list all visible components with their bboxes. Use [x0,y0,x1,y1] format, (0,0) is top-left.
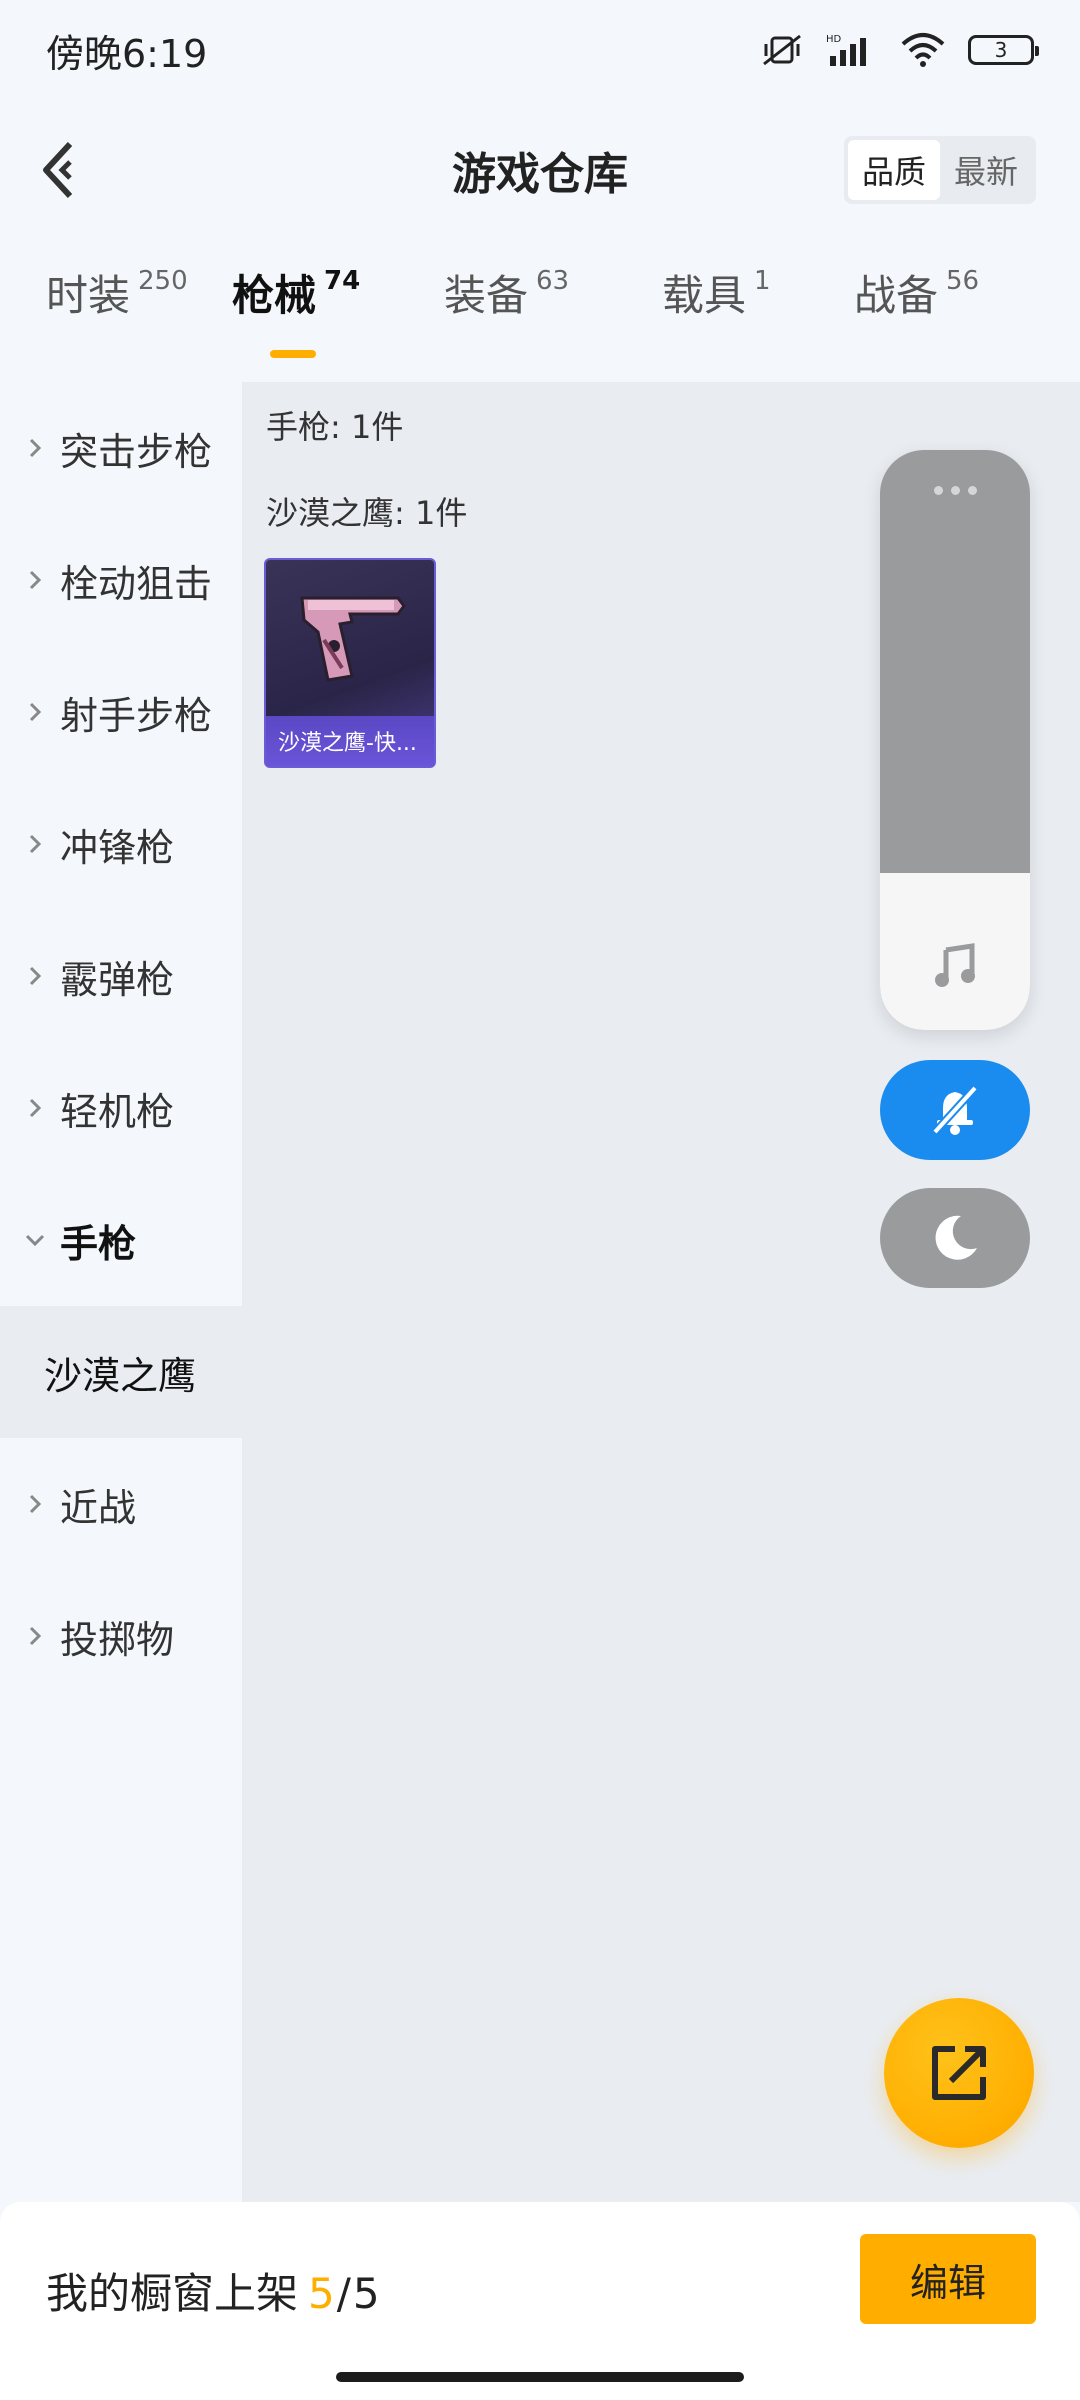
sidebar-item-label: 射手步枪 [60,693,213,738]
bottom-bar: 我的橱窗上架 5 / 5 编辑 [0,2202,1080,2400]
sidebar-item-label: 投掷物 [60,1617,175,1662]
chevron-right-icon [22,701,48,723]
pistol-image [300,596,406,682]
tab-count: 63 [536,266,570,296]
tab-vehicles[interactable]: 载具 1 [662,262,854,362]
sidebar-item-lmg[interactable]: 轻机枪 [0,1042,242,1174]
tab-count: 74 [324,266,361,296]
tab-firearms[interactable]: 枪械 74 [232,262,444,362]
chevron-right-icon [22,833,48,855]
tab-label: 时装 [46,271,131,320]
chevron-right-icon [22,965,48,987]
volume-slider[interactable] [880,450,1030,1030]
item-card[interactable]: 沙漠之鹰-快... [264,558,436,768]
wifi-icon [900,32,946,68]
chevron-left-icon [43,141,73,199]
edit-button[interactable]: 编辑 [860,2234,1036,2324]
home-indicator[interactable] [336,2372,744,2382]
showcase-separator: / [336,2269,351,2318]
sidebar-item-smg[interactable]: 冲锋枪 [0,778,242,910]
showcase-status: 我的橱窗上架 5 / 5 [46,2260,380,2321]
header: 游戏仓库 品质 最新 [0,110,1080,230]
sidebar-item-marksman-rifle[interactable]: 射手步枪 [0,646,242,778]
tab-count: 1 [754,266,771,296]
svg-text:HD: HD [826,34,842,45]
sidebar-item-shotgun[interactable]: 霰弹枪 [0,910,242,1042]
showcase-used-count: 5 [308,2269,335,2318]
chevron-right-icon [22,437,48,459]
tab-battle-gear[interactable]: 战备 56 [854,262,1004,362]
tab-equipment[interactable]: 装备 63 [444,262,662,362]
battery-icon: 3 [968,35,1039,65]
sidebar-item-label: 冲锋枪 [60,825,175,870]
tab-fashion[interactable]: 时装 250 [46,262,232,362]
page-title: 游戏仓库 [452,149,628,200]
showcase-total-count: 5 [352,2269,380,2318]
back-button[interactable] [28,140,88,200]
tab-label: 装备 [444,271,529,320]
chevron-right-icon [22,569,48,591]
hd-signal-icon: HD [826,32,878,68]
status-time: 傍晚6:19 [46,31,208,76]
tab-count: 56 [946,266,980,296]
sidebar-item-throwable[interactable]: 投掷物 [0,1570,242,1702]
more-dots-icon[interactable] [880,486,1030,495]
tab-count: 250 [138,266,188,296]
tab-label: 战备 [854,271,939,320]
sidebar-item-label: 霰弹枪 [60,957,175,1002]
sidebar-item-bolt-sniper[interactable]: 栓动狙击 [0,514,242,646]
chevron-right-icon [22,1625,48,1647]
sidebar-item-label: 手枪 [60,1221,137,1266]
subcategory-count: 沙漠之鹰: 1件 [266,494,468,532]
sidebar-item-label: 近战 [60,1485,137,1530]
category-count: 手枪: 1件 [266,408,404,446]
sort-toggle: 品质 最新 [843,136,1036,204]
sidebar-item-label: 突击步枪 [60,429,213,474]
chevron-right-icon [22,1493,48,1515]
sidebar-subitem-desert-eagle[interactable]: 沙漠之鹰 [0,1306,242,1438]
share-external-icon [932,2046,986,2100]
moon-icon [935,1215,977,1260]
status-bar: 傍晚6:19 HD 3 [0,0,1080,100]
chevron-right-icon [22,1097,48,1119]
active-tab-indicator [270,350,316,358]
category-tabs: 时装 250 枪械 74 装备 63 载具 1 战备 56 [0,262,1080,362]
dark-mode-button[interactable] [880,1188,1030,1288]
weapon-category-sidebar: 突击步枪 栓动狙击 射手步枪 冲锋枪 霰弹枪 轻机枪 手枪 沙漠之鹰 近战 投掷… [0,382,242,2202]
showcase-label: 我的橱窗上架 [46,2269,299,2318]
tab-label: 载具 [662,271,747,320]
sidebar-item-assault-rifle[interactable]: 突击步枪 [0,382,242,514]
sidebar-item-melee[interactable]: 近战 [0,1438,242,1570]
sidebar-item-label: 轻机枪 [60,1089,175,1134]
bell-off-icon [932,1085,978,1135]
item-name: 沙漠之鹰-快... [266,716,434,766]
share-button[interactable] [884,1998,1034,2148]
music-note-icon [935,943,975,987]
status-icons: HD 3 [760,32,1039,68]
sort-option-quality[interactable]: 品质 [847,140,940,200]
mute-toggle-button[interactable] [880,1060,1030,1160]
sidebar-item-label: 栓动狙击 [60,561,213,606]
chevron-down-icon [22,1233,48,1247]
tab-label: 枪械 [232,271,317,320]
sort-option-latest[interactable]: 最新 [940,140,1032,200]
sidebar-item-pistol[interactable]: 手枪 [0,1174,242,1306]
mute-vibrate-icon [760,32,804,68]
